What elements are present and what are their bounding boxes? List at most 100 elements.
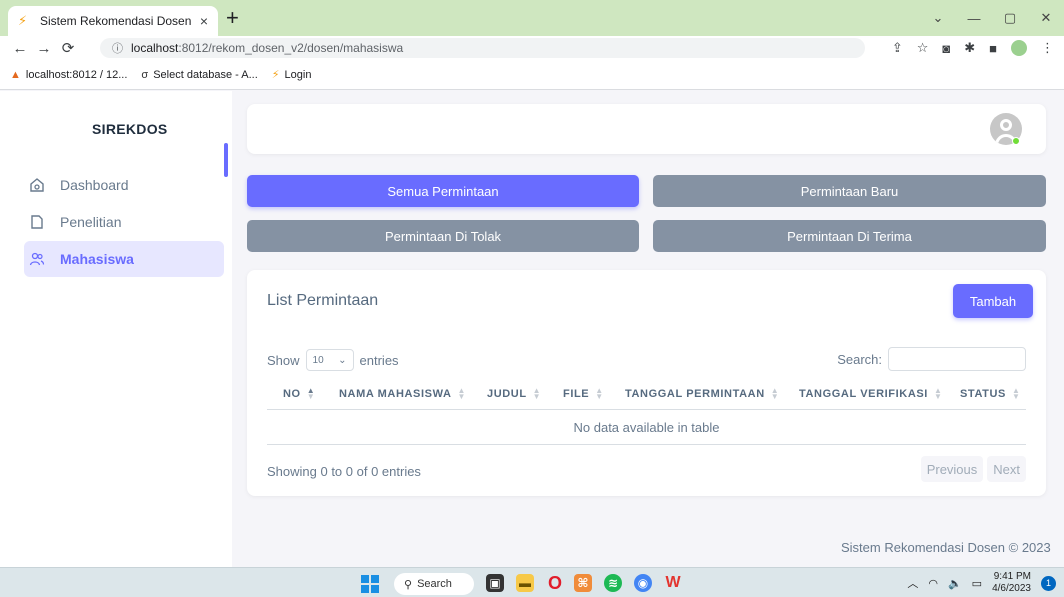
column-header-tanggal-verifikasi[interactable]: TANGGAL VERIFIKASI ▲ ▼: [799, 386, 943, 401]
avatar-head: [1000, 119, 1012, 131]
bookmark-select-database[interactable]: σ Select database - A...: [141, 69, 257, 81]
address-bar[interactable]: ⓘ localhost:8012/rekom_dosen_v2/dosen/ma…: [100, 38, 865, 58]
extensions-icon[interactable]: ✱: [964, 40, 975, 56]
sidebar-item-label: Mahasiswa: [60, 251, 134, 267]
column-header-status[interactable]: STATUS ▲ ▼: [960, 386, 1021, 401]
task-view-icon[interactable]: ▣: [486, 574, 504, 592]
app-favicon-icon: ⚡: [18, 13, 28, 28]
previous-page-button[interactable]: Previous: [920, 456, 984, 482]
bookmark-phpmyadmin[interactable]: ▲ localhost:8012 / 12...: [10, 69, 127, 81]
url-path: :8012/rekom_dosen_v2/dosen/mahasiswa: [178, 41, 404, 55]
request-list-card: List Permintaan Tambah Show 10 ⌄ entries…: [247, 270, 1046, 496]
pagination: Previous Next: [920, 456, 1026, 482]
sort-icon: ▲ ▼: [770, 386, 780, 401]
minimize-button[interactable]: —: [956, 11, 992, 26]
column-header-tanggal-permintaan[interactable]: TANGGAL PERMINTAAN ▲ ▼: [625, 386, 780, 401]
sidebar-item-penelitian[interactable]: Penelitian: [24, 204, 224, 240]
card-title: List Permintaan: [267, 292, 379, 309]
tab-title: Sistem Rekomendasi Dosen: [40, 14, 192, 28]
notification-badge[interactable]: 1: [1041, 575, 1056, 591]
accepted-requests-button[interactable]: Permintaan Di Terima: [653, 220, 1046, 252]
sidebar-item-label: Penelitian: [60, 214, 122, 230]
reload-button[interactable]: ⟳: [56, 39, 80, 57]
phpmyadmin-icon: ▲: [10, 68, 21, 81]
users-icon: [28, 250, 46, 268]
sidebar-item-label: Dashboard: [60, 177, 129, 193]
xampp-icon[interactable]: ⌘: [574, 574, 592, 592]
taskbar: ⚲ Search ▣ ▬ O ⌘ ≋ ◉ W ︿ ◠ 🔈 ▭ 9:41 PM 4…: [0, 567, 1064, 597]
close-window-button[interactable]: ✕: [1028, 10, 1064, 26]
page-length-select[interactable]: 10 ⌄: [305, 349, 354, 371]
home-icon: [28, 176, 46, 194]
table-search: Search:: [837, 347, 1026, 371]
bookmark-star-icon[interactable]: ☆: [917, 40, 929, 56]
brand-logo[interactable]: SIREKDOS: [92, 121, 168, 137]
profile-icon[interactable]: [1011, 40, 1027, 56]
column-header-judul[interactable]: JUDUL ▲ ▼: [487, 386, 542, 401]
sidebar-item-dashboard[interactable]: Dashboard: [24, 167, 224, 203]
new-tab-button[interactable]: +: [226, 6, 239, 30]
camera-icon[interactable]: ◙: [942, 41, 950, 56]
column-label: TANGGAL VERIFIKASI: [799, 388, 928, 400]
table-empty-row: No data available in table: [267, 411, 1026, 445]
search-input[interactable]: [888, 347, 1026, 371]
column-header-no[interactable]: NO ▲ ▼: [283, 387, 315, 401]
file-explorer-icon[interactable]: ▬: [516, 574, 534, 592]
site-info-icon[interactable]: ⓘ: [112, 40, 123, 56]
chrome-icon[interactable]: ◉: [634, 574, 652, 592]
column-header-nama-mahasiswa[interactable]: NAMA MAHASISWA ▲ ▼: [339, 386, 467, 401]
url-host: localhost: [131, 41, 179, 55]
clock[interactable]: 9:41 PM 4/6/2023: [992, 571, 1031, 595]
bookmark-label: localhost:8012 / 12...: [25, 68, 128, 81]
bookmark-label: Select database - A...: [153, 68, 258, 81]
app-favicon-icon: ⚡: [271, 69, 280, 81]
wps-office-icon[interactable]: W: [664, 574, 682, 592]
table-info: Showing 0 to 0 of 0 entries: [267, 464, 421, 479]
sidebar: SIREKDOS Dashboard Penelitian Mahasiswa: [0, 91, 232, 567]
chevron-down-icon: ⌄: [338, 354, 347, 366]
start-button[interactable]: [361, 575, 379, 593]
sidebar-item-mahasiswa[interactable]: Mahasiswa: [24, 241, 224, 277]
sort-icon: ▲ ▼: [595, 386, 604, 401]
forward-button[interactable]: →: [32, 40, 56, 57]
add-button[interactable]: Tambah: [953, 284, 1033, 318]
toolbar-icons: ⇪ ☆ ◙ ✱ ■ ⋮: [892, 36, 1064, 60]
bookmark-label: Login: [284, 68, 312, 81]
tab-close-button[interactable]: ×: [200, 13, 208, 29]
all-requests-button[interactable]: Semua Permintaan: [247, 175, 639, 207]
wifi-icon[interactable]: ◠: [928, 577, 938, 590]
volume-icon[interactable]: 🔈: [948, 577, 962, 590]
active-indicator: [224, 143, 228, 177]
entries-label: entries: [359, 352, 399, 368]
opera-icon[interactable]: O: [546, 573, 564, 593]
sidepanel-icon[interactable]: ■: [989, 41, 997, 56]
browser-tabbar: ⚡ Sistem Rekomendasi Dosen × + ⌄ — ▢ ✕: [0, 0, 1064, 36]
column-label: JUDUL: [487, 388, 527, 400]
chevron-up-icon[interactable]: ︿: [907, 575, 918, 591]
sort-icon: ▲ ▼: [1011, 386, 1021, 401]
spotify-icon[interactable]: ≋: [604, 574, 622, 592]
restore-button[interactable]: ▢: [992, 10, 1028, 26]
sort-icon: ▲ ▼: [532, 386, 542, 401]
share-icon[interactable]: ⇪: [892, 40, 903, 56]
show-label: Show: [267, 352, 300, 368]
top-navbar: [247, 104, 1046, 154]
menu-kebab-icon[interactable]: ⋮: [1041, 40, 1054, 56]
battery-icon[interactable]: ▭: [972, 577, 982, 590]
back-button[interactable]: ←: [8, 40, 32, 57]
taskbar-search[interactable]: ⚲ Search: [394, 573, 474, 595]
page-length-value: 10: [312, 354, 324, 366]
file-icon: [28, 213, 46, 231]
database-icon: σ: [141, 68, 149, 81]
tab-search-icon[interactable]: ⌄: [920, 10, 956, 26]
browser-tab[interactable]: ⚡ Sistem Rekomendasi Dosen ×: [8, 6, 218, 36]
rejected-requests-button[interactable]: Permintaan Di Tolak: [247, 220, 639, 252]
sort-icon: ▲ ▼: [457, 386, 467, 401]
column-label: STATUS: [960, 388, 1006, 400]
bookmark-login[interactable]: ⚡ Login: [271, 68, 312, 82]
new-requests-button[interactable]: Permintaan Baru: [653, 175, 1046, 207]
next-page-button[interactable]: Next: [987, 456, 1026, 482]
sort-icon: ▲ ▼: [933, 386, 943, 401]
column-header-file[interactable]: FILE ▲ ▼: [563, 386, 604, 401]
column-label: FILE: [563, 388, 590, 400]
